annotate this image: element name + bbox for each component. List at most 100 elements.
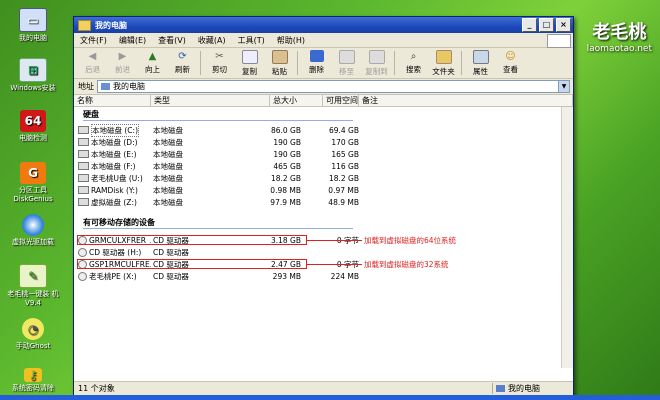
search-button[interactable]: ⌕ 搜索 [399,48,428,75]
column-total[interactable]: 总大小 [270,95,323,106]
desktop-icon-label: Windows安装 [10,84,56,92]
title-bar[interactable]: 我的电脑 _ □ × [74,17,573,33]
desktop-icon-ghost[interactable]: ◔ 手动Ghost [4,318,62,351]
file-list: 硬盘 本地磁盘 (C:) 本地磁盘 86.0 GB 69.4 GB 本地磁盘 (… [74,107,573,368]
hard-disk-icon [78,198,89,206]
forward-button[interactable]: ▶ 前进 [108,48,137,75]
table-row[interactable]: CD 驱动器 (H:) CD 驱动器 [74,247,359,257]
views-label: 查看 [503,65,518,74]
table-row[interactable]: 本地磁盘 (D:) 本地磁盘 190 GB 170 GB [74,137,359,147]
properties-button[interactable]: 属性 [466,48,495,77]
desktop-icon-windows-setup[interactable]: ⊞ Windows安装 [4,58,62,93]
column-name[interactable]: 名称 [74,95,151,106]
table-row[interactable]: 老毛桃U盘 (U:) 本地磁盘 18.2 GB 18.2 GB [74,173,359,183]
views-button[interactable]: ☺ 查看 [496,48,525,75]
drive-name: 本地磁盘 (E:) [91,149,137,159]
copy-to-icon [368,50,385,64]
drive-free: 170 GB [331,137,359,147]
paste-button[interactable]: 粘贴 [265,48,294,77]
desktop-icon-label: 手动Ghost [15,342,51,350]
drive-name: 老毛桃U盘 (U:) [91,173,143,183]
table-row[interactable]: 老毛桃PE (X:) CD 驱动器 293 MB 224 MB [74,271,359,281]
column-comment[interactable]: 备注 [359,95,573,106]
computer-icon: ▭ [19,8,47,32]
close-button[interactable]: × [556,18,571,32]
address-dropdown-icon[interactable]: ▼ [558,81,569,92]
group-removable: 有可移动存储的设备 [83,218,155,227]
desktop-icon-my-computer[interactable]: ▭ 我的电脑 [4,8,62,43]
drive-type: CD 驱动器 [153,271,189,281]
menu-file[interactable]: 文件(F) [74,35,113,46]
desktop-icon-virtual-drive[interactable]: 虚拟光驱加载 [4,214,62,247]
brand-logo: 老毛桃 laomaotao.net [587,18,652,54]
delete-label: 删除 [309,65,324,74]
cut-button[interactable]: ✂ 剪切 [205,48,234,75]
drive-total: 86.0 GB [270,125,301,135]
menu-view[interactable]: 查看(V) [152,35,192,46]
minimize-button[interactable]: _ [522,18,537,32]
menu-help[interactable]: 帮助(H) [271,35,311,46]
windows-setup-icon: ⊞ [19,58,47,82]
status-location: 我的电脑 [492,383,573,394]
desktop-icon-pc-test[interactable]: 64 电脑检测 [4,110,62,143]
explorer-window: 我的电脑 _ □ × 文件(F) 编辑(E) 查看(V) 收藏(A) 工具(T)… [73,16,574,396]
toolbar-separator [461,51,462,75]
copy-button[interactable]: 复制 [235,48,264,77]
ghost-icon: ◔ [22,318,44,340]
folders-button[interactable]: 文件夹 [429,48,458,77]
menu-favorites[interactable]: 收藏(A) [192,35,232,46]
pc-test-icon: 64 [20,110,46,132]
maximize-button[interactable]: □ [539,18,554,32]
paste-label: 粘贴 [272,67,287,76]
window-title: 我的电脑 [95,20,127,30]
group-divider [83,228,353,229]
drive-free: 0.97 MB [328,185,359,195]
delete-icon [309,50,324,62]
refresh-button[interactable]: ⟳ 刷新 [168,48,197,75]
back-arrow-icon: ◀ [88,50,97,62]
drive-total: 190 GB [273,149,301,159]
desktop-icon-label: 系统密码清除 [12,384,54,392]
drive-name: 本地磁盘 (F:) [91,161,136,171]
back-button[interactable]: ◀ 后退 [78,48,107,75]
table-row[interactable]: 本地磁盘 (C:) 本地磁盘 86.0 GB 69.4 GB [74,123,359,137]
column-type[interactable]: 类型 [151,95,270,106]
desktop-icon-password-clear[interactable]: ⚷ 系统密码清除 [4,368,62,393]
drive-name: 本地磁盘 (D:) [91,137,138,147]
status-location-text: 我的电脑 [508,384,540,393]
drive-type: 本地磁盘 [153,173,183,183]
column-header: 名称 类型 总大小 可用空间 备注 [74,95,573,107]
annotation-64bit: 加载到虚拟磁盘的64位系统 [364,236,457,245]
desktop-icon-installer[interactable]: ✎ 老毛桃一键装 机 V9.4 [4,264,62,308]
drive-type: 本地磁盘 [153,197,183,207]
delete-button[interactable]: 删除 [302,48,331,75]
table-row[interactable]: 虚拟磁盘 (Z:) 本地磁盘 97.9 MB 48.9 MB [74,197,359,207]
move-to-icon [338,50,355,64]
menu-tools[interactable]: 工具(T) [232,35,271,46]
table-row[interactable]: 本地磁盘 (F:) 本地磁盘 465 GB 116 GB [74,161,359,171]
windows-flag-icon [547,34,571,48]
up-button[interactable]: ▲ 向上 [138,48,167,75]
hard-disk-icon [78,138,89,146]
table-row[interactable]: 本地磁盘 (E:) 本地磁盘 190 GB 165 GB [74,149,359,159]
move-to-button[interactable]: 移至 [332,48,361,77]
refresh-label: 刷新 [175,65,190,74]
computer-icon [496,385,505,392]
column-free[interactable]: 可用空间 [323,95,359,106]
virtual-drive-icon [22,214,44,236]
desktop-icon-diskgenius[interactable]: G 分区工具 DiskGenius [4,162,62,204]
scrollbar[interactable] [561,107,573,368]
table-row[interactable]: RAMDisk (Y:) 本地磁盘 0.98 MB 0.97 MB [74,185,359,195]
drive-total: 0.98 MB [270,185,301,195]
drive-free: 116 GB [331,161,359,171]
address-label: 地址 [78,82,94,91]
drive-type: 本地磁盘 [153,137,183,147]
hard-disk-icon [78,174,89,182]
group-hard-disks: 硬盘 [83,110,99,119]
menu-edit[interactable]: 编辑(E) [113,35,152,46]
forward-arrow-icon: ▶ [118,50,127,62]
address-input[interactable]: 我的电脑 ▼ [97,80,570,93]
copy-to-button[interactable]: 复制到 [362,48,391,77]
taskbar[interactable] [0,395,660,400]
cut-label: 剪切 [212,65,227,74]
